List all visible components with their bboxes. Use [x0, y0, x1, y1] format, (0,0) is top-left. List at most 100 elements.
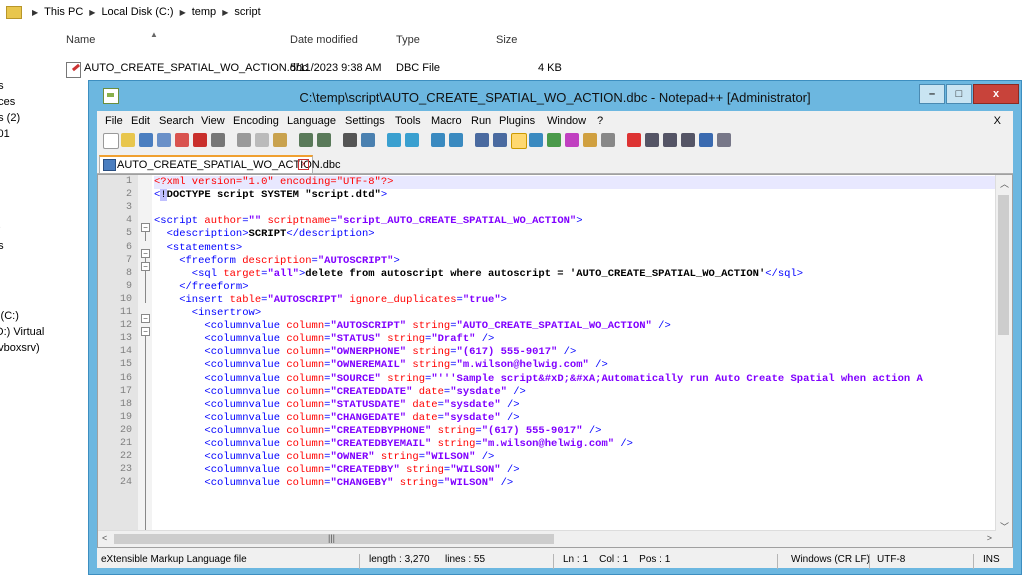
udl-icon[interactable] [529, 133, 543, 147]
code-line[interactable]: <?xml version="1.0" encoding="UTF-8"?> [154, 176, 996, 189]
open-file-icon[interactable] [121, 133, 135, 147]
file-row[interactable]: AUTO_CREATE_SPATIAL_WO_ACTION.dbc 5/11/2… [64, 58, 964, 78]
zoom-in-icon[interactable] [387, 133, 401, 147]
scroll-left-icon[interactable]: < [102, 533, 107, 543]
indent-guide-icon[interactable] [511, 133, 527, 149]
status-encoding[interactable]: UTF-8 [877, 554, 905, 565]
folder-as-workspace-icon[interactable] [583, 133, 597, 147]
maximize-button[interactable]: □ [946, 84, 972, 104]
horizontal-scrollbar[interactable]: < ||| > [98, 530, 996, 547]
word-wrap-icon[interactable] [475, 133, 489, 147]
code-line[interactable]: <freeform description="AUTOSCRIPT"> [154, 255, 996, 268]
save-all-icon[interactable] [157, 133, 171, 147]
code-line[interactable]: <script author="" scriptname="script_AUT… [154, 215, 996, 228]
nav-item[interactable]: ds [0, 240, 4, 252]
menu-plugins[interactable]: Plugins [499, 115, 535, 127]
breadcrumb-this-pc[interactable]: This PC [44, 6, 83, 18]
code-line[interactable]: <description>SCRIPT</description> [154, 228, 996, 241]
menu-search[interactable]: Search [159, 115, 194, 127]
close-document-button[interactable]: X [994, 115, 1001, 127]
function-list-icon[interactable] [565, 133, 579, 147]
code-line[interactable]: <columnvalue column="STATUSDATE" date="s… [154, 399, 996, 412]
fold-collapse-icon[interactable]: − [141, 314, 150, 323]
address-bar[interactable]: ▶ This PC ▶ Local Disk (C:) ▶ temp ▶ scr… [0, 0, 1024, 24]
vertical-scroll-thumb[interactable] [998, 195, 1009, 335]
fold-collapse-icon[interactable]: − [141, 249, 150, 258]
code-line[interactable]: <insertrow> [154, 307, 996, 320]
sync-vertical-icon[interactable] [431, 133, 445, 147]
replace-icon[interactable] [361, 133, 375, 147]
fold-collapse-icon[interactable]: − [141, 327, 150, 336]
fold-collapse-icon[interactable]: − [141, 262, 150, 271]
code-line[interactable]: <columnvalue column="CREATEDBY" string="… [154, 464, 996, 477]
code-line[interactable]: <statements> [154, 242, 996, 255]
cut-icon[interactable] [237, 133, 251, 147]
run-macro-multiple-icon[interactable] [681, 133, 695, 147]
code-area[interactable]: <?xml version="1.0" encoding="UTF-8"?> <!… [154, 175, 996, 547]
menu-tools[interactable]: Tools [395, 115, 421, 127]
code-line[interactable]: <columnvalue column="OWNERPHONE" string=… [154, 346, 996, 359]
menu-run[interactable]: Run [471, 115, 491, 127]
monitoring-icon[interactable] [601, 133, 615, 147]
save-macro-icon[interactable] [699, 133, 713, 147]
horizontal-scroll-thumb[interactable]: ||| [114, 533, 554, 544]
nav-item[interactable]: v01 [0, 128, 10, 140]
editor[interactable]: 1 2 3 4 5 6 7 8 9 10 11 12 13 14 15 16 17 18 19 20 21 22 23 24 … [97, 174, 1013, 548]
scroll-right-icon[interactable]: > [987, 533, 992, 543]
nav-item[interactable]: ds [0, 80, 4, 92]
nav-item[interactable]: aces [0, 96, 15, 108]
code-line[interactable]: <columnvalue column="OWNER" string="WILS… [154, 451, 996, 464]
menu-settings[interactable]: Settings [345, 115, 385, 127]
column-type[interactable]: Type [396, 34, 420, 46]
close-file-icon[interactable] [175, 133, 189, 147]
code-line[interactable] [154, 202, 996, 215]
zoom-out-icon[interactable] [405, 133, 419, 147]
menu-encoding[interactable]: Encoding [233, 115, 279, 127]
code-line[interactable]: <columnvalue column="CREATEDBYPHONE" str… [154, 425, 996, 438]
menu-language[interactable]: Language [287, 115, 336, 127]
code-line[interactable]: <columnvalue column="CREATEDBYEMAIL" str… [154, 438, 996, 451]
column-date[interactable]: Date modified [290, 34, 358, 46]
code-line[interactable]: <columnvalue column="CHANGEDATE" date="s… [154, 412, 996, 425]
stop-recording-icon[interactable] [645, 133, 659, 147]
code-line[interactable]: <columnvalue column="OWNEREMAIL" string=… [154, 359, 996, 372]
show-all-characters-icon[interactable] [493, 133, 507, 147]
status-mode[interactable]: INS [983, 554, 1000, 565]
scroll-up-icon[interactable]: ︿ [1000, 177, 1009, 190]
code-line[interactable]: <columnvalue column="AUTOSCRIPT" string=… [154, 320, 996, 333]
code-line[interactable]: <columnvalue column="CHANGEBY" string="W… [154, 477, 996, 490]
menu-window[interactable]: Window [547, 115, 586, 127]
column-name[interactable]: Name [66, 34, 95, 46]
nav-item[interactable]: \\vboxsrv) [0, 342, 40, 354]
code-line[interactable]: <columnvalue column="SOURCE" string="'''… [154, 373, 996, 386]
fold-margin[interactable]: − − − − − [138, 175, 152, 547]
breadcrumb-local-disk[interactable]: Local Disk (C:) [101, 6, 173, 18]
menu-macro[interactable]: Macro [431, 115, 462, 127]
column-size[interactable]: Size [496, 34, 517, 46]
title-bar[interactable]: C:\temp\script\AUTO_CREATE_SPATIAL_WO_AC… [89, 81, 1021, 111]
fold-collapse-icon[interactable]: − [141, 223, 150, 232]
new-file-icon[interactable] [103, 133, 119, 149]
close-all-icon[interactable] [193, 133, 207, 147]
menu-view[interactable]: View [201, 115, 225, 127]
minimize-button[interactable]: – [919, 84, 945, 104]
nav-item[interactable]: ts [0, 220, 1, 232]
save-icon[interactable] [139, 133, 153, 147]
menu-edit[interactable]: Edit [131, 115, 150, 127]
breadcrumb-script[interactable]: script [234, 6, 260, 18]
code-line[interactable]: <columnvalue column="CREATEDDATE" date="… [154, 386, 996, 399]
breadcrumb-temp[interactable]: temp [192, 6, 216, 18]
nav-item[interactable]: (D:) Virtual [0, 326, 44, 338]
nav-item[interactable]: k (C:) [0, 310, 19, 322]
find-icon[interactable] [343, 133, 357, 147]
nav-item[interactable]: ds (2) [0, 112, 20, 124]
scroll-down-icon[interactable]: ﹀ [1000, 520, 1009, 533]
redo-icon[interactable] [317, 133, 331, 147]
paste-icon[interactable] [273, 133, 287, 147]
menu-file[interactable]: File [105, 115, 123, 127]
plugin-icon[interactable] [717, 133, 731, 147]
code-line[interactable]: <columnvalue column="STATUS" string="Dra… [154, 333, 996, 346]
print-icon[interactable] [211, 133, 225, 147]
status-eol[interactable]: Windows (CR LF) [791, 554, 870, 565]
document-map-icon[interactable] [547, 133, 561, 147]
